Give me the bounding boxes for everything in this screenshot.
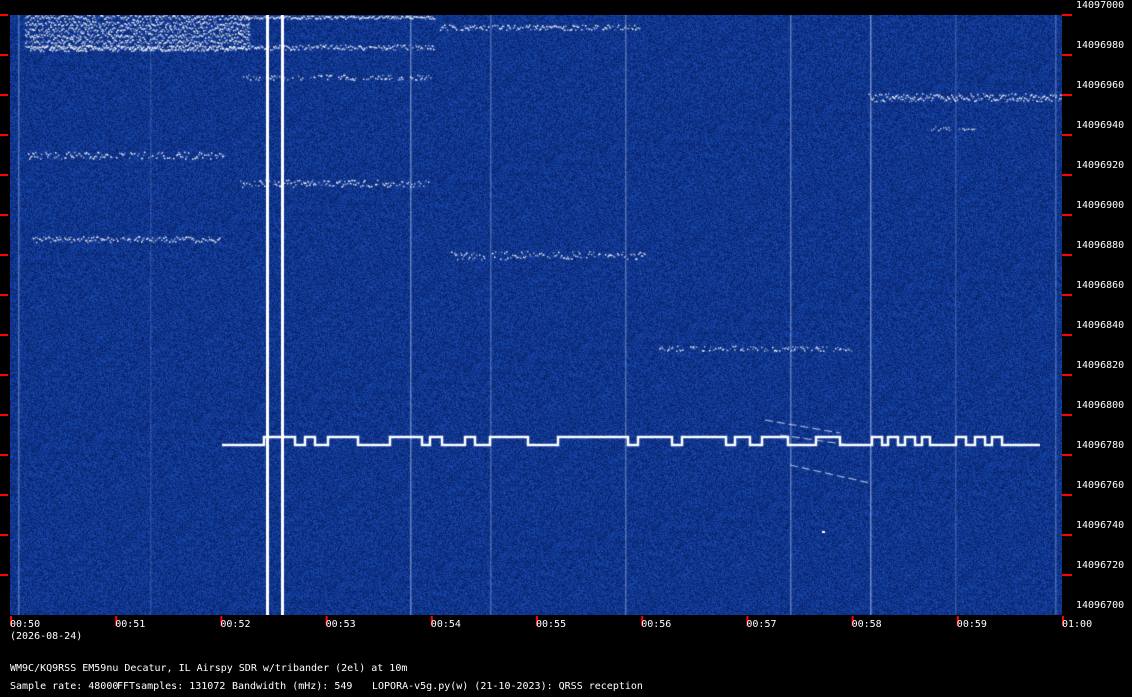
x-axis-label: 00:50 <box>10 619 41 630</box>
y-axis-label: 14096720 <box>1076 560 1125 571</box>
y-axis-label: 14096860 <box>1076 280 1125 291</box>
x-axis-label: 00:57 <box>746 619 777 630</box>
x-axis-label: 01:00 <box>1062 619 1093 630</box>
axes-overlay <box>0 14 1072 626</box>
y-axis-label: 14096900 <box>1076 200 1125 211</box>
bandwidth: Bandwidth (mHz): 549 <box>232 681 353 692</box>
fft-samples: FFTsamples: 131072 <box>117 681 226 692</box>
y-axis-label: 14096820 <box>1076 360 1125 371</box>
sample-rate: Sample rate: 48000 <box>10 681 119 692</box>
y-axis-label: 14096840 <box>1076 320 1125 331</box>
y-axis-label: 14096780 <box>1076 440 1125 451</box>
x-axis-label: 00:55 <box>536 619 567 630</box>
station-info: WM9C/KQ9RSS EM59nu Decatur, IL Airspy SD… <box>10 663 408 674</box>
y-axis-label: 14096740 <box>1076 520 1125 531</box>
y-axis-label: 14096880 <box>1076 240 1125 251</box>
y-axis-label: 14097000 <box>1076 0 1125 11</box>
y-axis-label: 14096760 <box>1076 480 1125 491</box>
x-axis-label: 00:59 <box>956 619 987 630</box>
date-label: (2026-08-24) <box>10 631 83 642</box>
x-axis-label: 00:51 <box>115 619 146 630</box>
x-axis-label: 00:54 <box>430 619 461 630</box>
y-axis-label: 14096800 <box>1076 400 1125 411</box>
x-axis-label: 00:53 <box>325 619 356 630</box>
y-axis-label: 14096940 <box>1076 120 1125 131</box>
x-axis-label: 00:56 <box>641 619 672 630</box>
x-axis-label: 00:52 <box>220 619 251 630</box>
x-axis-label: 00:58 <box>851 619 882 630</box>
y-axis-label: 14096980 <box>1076 40 1125 51</box>
y-axis-label: 14096700 <box>1076 600 1125 611</box>
y-axis-label: 14096920 <box>1076 160 1125 171</box>
software-info: LOPORA-v5g.py(w) (21-10-2023): QRSS rece… <box>372 681 643 692</box>
y-axis-label: 14096960 <box>1076 80 1125 91</box>
